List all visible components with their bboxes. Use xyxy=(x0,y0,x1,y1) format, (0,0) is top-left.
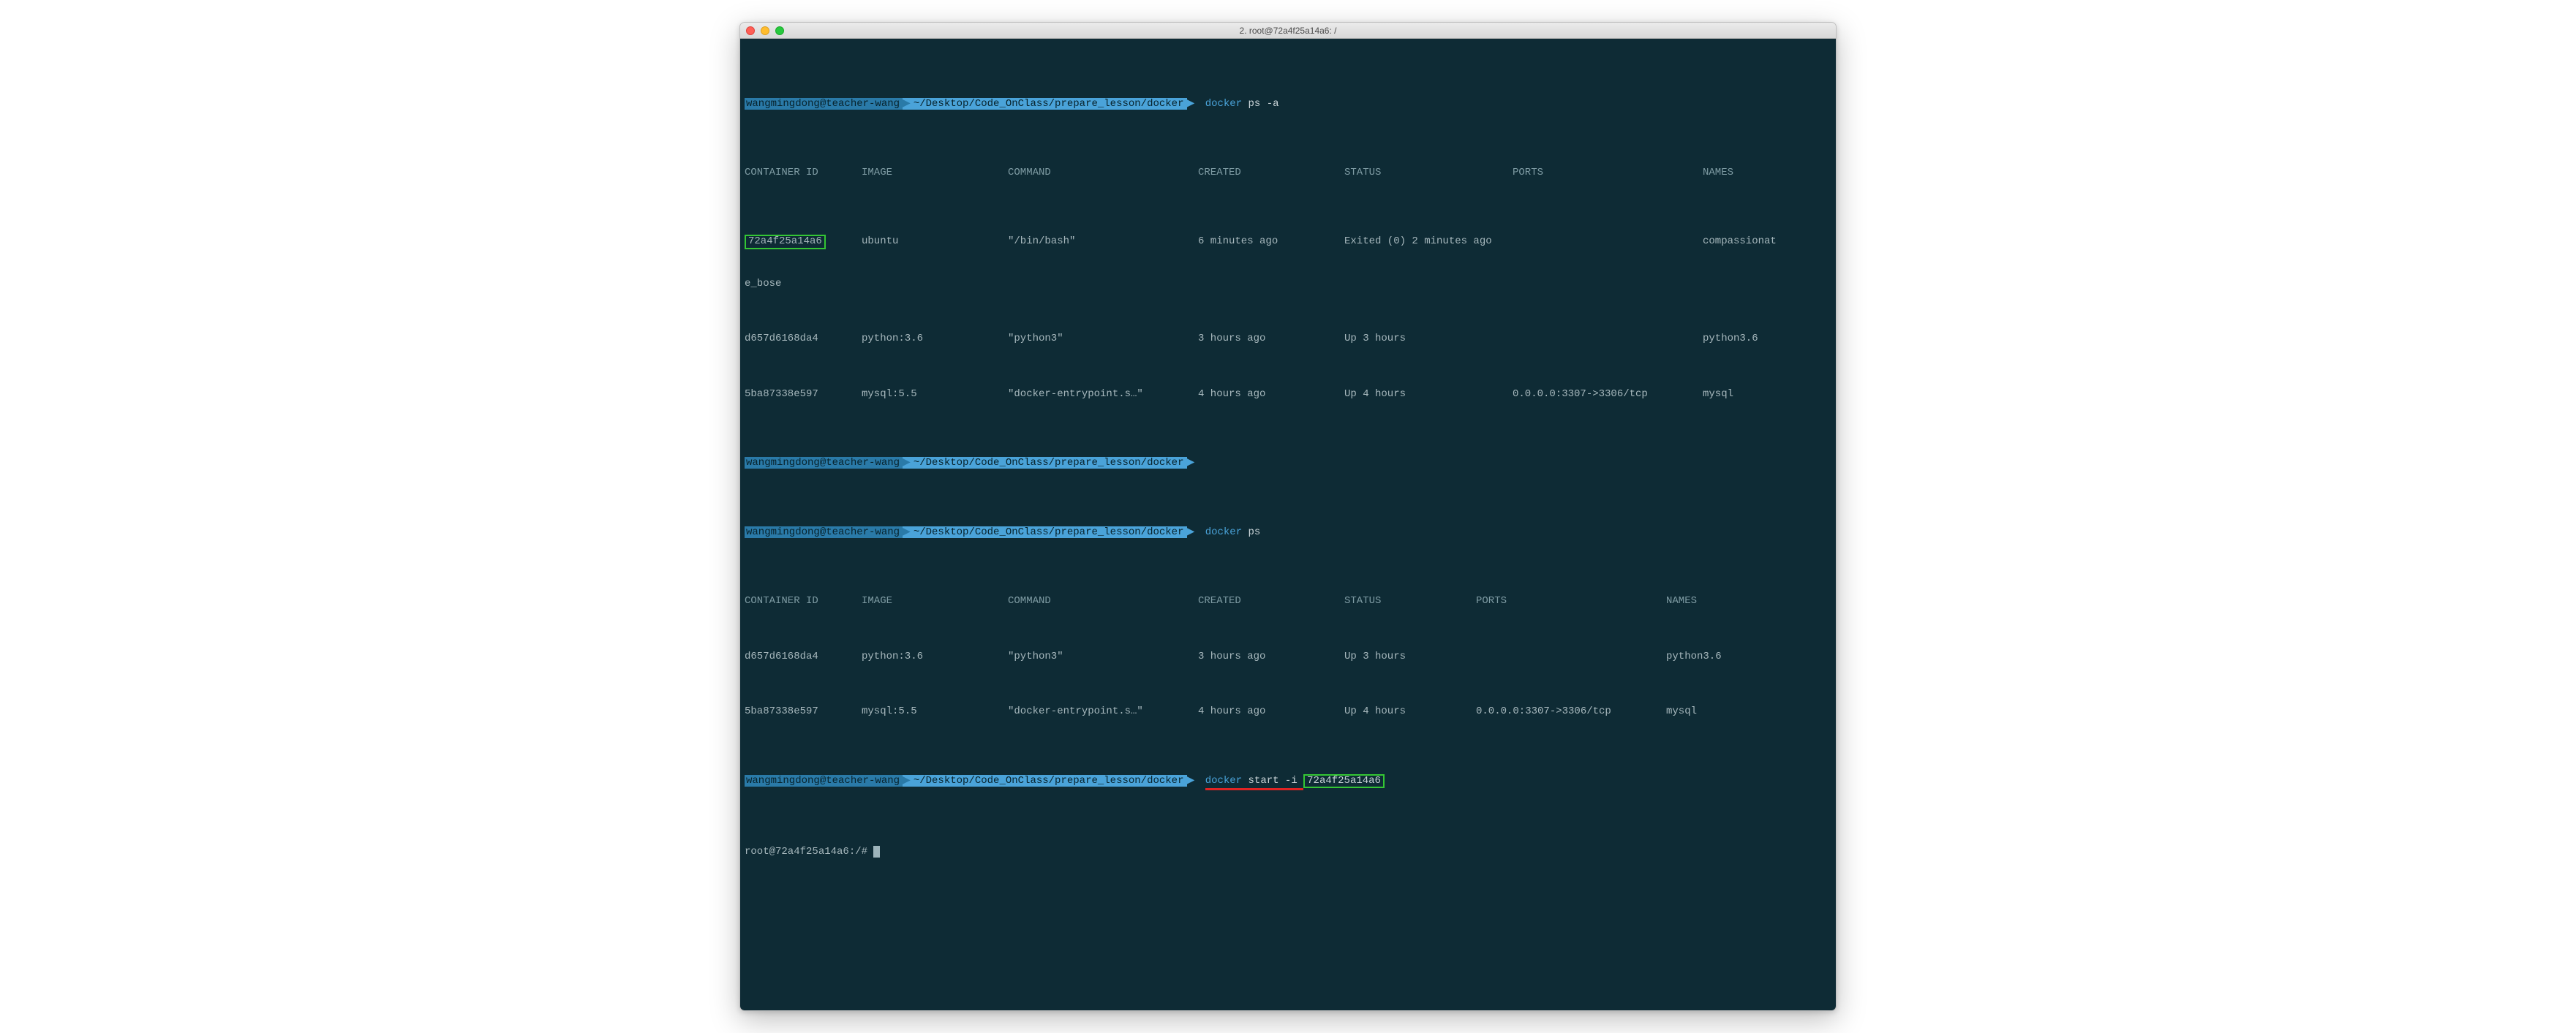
chevron-right-icon: ▶ xyxy=(903,457,911,469)
table-header: CONTAINER ID IMAGE COMMAND CREATED STATU… xyxy=(740,594,1836,608)
prompt-path: ~/Desktop/Code_OnClass/prepare_lesson/do… xyxy=(911,526,1187,538)
traffic-lights xyxy=(746,26,784,35)
table-row: 5ba87338e597 mysql:5.5 "docker-entrypoin… xyxy=(740,387,1836,401)
col-image: IMAGE xyxy=(862,594,1008,608)
chevron-right-icon: ▶ xyxy=(903,526,911,538)
col-status: STATUS xyxy=(1344,594,1476,608)
cell-command: "python3" xyxy=(1008,650,1198,664)
cell-ports xyxy=(1476,650,1666,664)
chevron-right-icon: ▶ xyxy=(903,775,911,787)
col-status: STATUS xyxy=(1344,166,1513,180)
window-title: 2. root@72a4f25a14a6: / xyxy=(746,26,1830,36)
col-names: NAMES xyxy=(1666,594,1831,608)
col-names: NAMES xyxy=(1703,166,1831,180)
table-row: 72a4f25a14a6 ubuntu "/bin/bash" 6 minute… xyxy=(740,235,1836,249)
cell-cid: 5ba87338e597 xyxy=(745,705,862,719)
cell-image: mysql:5.5 xyxy=(862,387,1008,401)
maximize-icon[interactable] xyxy=(775,26,784,35)
col-container-id: CONTAINER ID xyxy=(745,166,862,180)
cell-names: mysql xyxy=(1703,387,1831,401)
chevron-right-icon: ▶ xyxy=(903,98,911,110)
cell-image: python:3.6 xyxy=(862,332,1008,346)
prompt-line: wangmingdong@teacher-wang▶~/Desktop/Code… xyxy=(740,774,1836,790)
cell-command: "docker-entrypoint.s…" xyxy=(1008,387,1198,401)
cursor-icon xyxy=(873,846,880,858)
close-icon[interactable] xyxy=(746,26,755,35)
cell-names: mysql xyxy=(1666,705,1831,719)
command-docker: docker xyxy=(1205,775,1242,787)
cell-created: 4 hours ago xyxy=(1198,387,1344,401)
table-row: d657d6168da4 python:3.6 "python3" 3 hour… xyxy=(740,650,1836,664)
shell-prompt: root@72a4f25a14a6:/# xyxy=(740,845,1836,859)
cell-command: "python3" xyxy=(1008,332,1198,346)
cell-names: python3.6 xyxy=(1666,650,1831,664)
col-ports: PORTS xyxy=(1513,166,1703,180)
cell-names: python3.6 xyxy=(1703,332,1831,346)
cell-cid: d657d6168da4 xyxy=(745,650,862,664)
col-command: COMMAND xyxy=(1008,594,1198,608)
cell-cid: d657d6168da4 xyxy=(745,332,862,346)
prompt-path: ~/Desktop/Code_OnClass/prepare_lesson/do… xyxy=(911,98,1187,110)
cell-status: Up 4 hours xyxy=(1344,705,1476,719)
cell-cid: 5ba87338e597 xyxy=(745,387,862,401)
table-row: d657d6168da4 python:3.6 "python3" 3 hour… xyxy=(740,332,1836,346)
cell-created: 3 hours ago xyxy=(1198,332,1344,346)
cell-ports xyxy=(1513,235,1703,249)
col-ports: PORTS xyxy=(1476,594,1666,608)
cell-status: Up 3 hours xyxy=(1344,332,1513,346)
command-args: ps -a xyxy=(1249,98,1279,110)
cell-ports: 0.0.0.0:3307->3306/tcp xyxy=(1513,387,1703,401)
col-image: IMAGE xyxy=(862,166,1008,180)
command-args: start -i xyxy=(1249,775,1304,787)
col-created: CREATED xyxy=(1198,594,1344,608)
cell-command: "docker-entrypoint.s…" xyxy=(1008,705,1198,719)
prompt-user: wangmingdong@teacher-wang xyxy=(745,526,903,538)
cell-status: Up 3 hours xyxy=(1344,650,1476,664)
col-container-id: CONTAINER ID xyxy=(745,594,862,608)
prompt-line: wangmingdong@teacher-wang▶~/Desktop/Code… xyxy=(740,456,1836,470)
prompt-path: ~/Desktop/Code_OnClass/prepare_lesson/do… xyxy=(911,457,1187,469)
prompt-line: wangmingdong@teacher-wang▶~/Desktop/Code… xyxy=(740,526,1836,540)
minimize-icon[interactable] xyxy=(761,26,769,35)
prompt-user: wangmingdong@teacher-wang xyxy=(745,457,903,469)
table-row: 5ba87338e597 mysql:5.5 "docker-entrypoin… xyxy=(740,705,1836,719)
prompt-path: ~/Desktop/Code_OnClass/prepare_lesson/do… xyxy=(911,775,1187,787)
cell-created: 4 hours ago xyxy=(1198,705,1344,719)
root-prompt: root@72a4f25a14a6:/# xyxy=(745,846,873,858)
cell-image: ubuntu xyxy=(862,235,1008,249)
command-docker: docker xyxy=(1205,98,1242,110)
prompt-user: wangmingdong@teacher-wang xyxy=(745,775,903,787)
chevron-right-icon: ▶ xyxy=(1187,98,1200,110)
cell-status: Exited (0) 2 minutes ago xyxy=(1344,235,1513,249)
chevron-right-icon: ▶ xyxy=(1187,775,1200,787)
highlighted-container-id: 72a4f25a14a6 xyxy=(745,235,826,249)
command-docker: docker xyxy=(1205,526,1242,538)
cell-command: "/bin/bash" xyxy=(1008,235,1198,249)
cell-status: Up 4 hours xyxy=(1344,387,1513,401)
cell-ports xyxy=(1513,332,1703,346)
cell-image: mysql:5.5 xyxy=(862,705,1008,719)
wrapped-name: e_bose xyxy=(740,277,1836,291)
col-command: COMMAND xyxy=(1008,166,1198,180)
highlighted-container-id: 72a4f25a14a6 xyxy=(1303,774,1385,788)
command-args: ps xyxy=(1249,526,1261,538)
cell-names: compassionat xyxy=(1703,235,1831,249)
prompt-user: wangmingdong@teacher-wang xyxy=(745,98,903,110)
chevron-right-icon: ▶ xyxy=(1187,457,1200,469)
terminal-body[interactable]: wangmingdong@teacher-wang▶~/Desktop/Code… xyxy=(740,39,1836,1010)
cell-created: 3 hours ago xyxy=(1198,650,1344,664)
cell-image: python:3.6 xyxy=(862,650,1008,664)
titlebar[interactable]: 2. root@72a4f25a14a6: / xyxy=(740,23,1836,39)
chevron-right-icon: ▶ xyxy=(1187,526,1200,538)
prompt-line: wangmingdong@teacher-wang▶~/Desktop/Code… xyxy=(740,97,1836,111)
table-header: CONTAINER ID IMAGE COMMAND CREATED STATU… xyxy=(740,166,1836,180)
col-created: CREATED xyxy=(1198,166,1344,180)
cell-created: 6 minutes ago xyxy=(1198,235,1344,249)
terminal-window: 2. root@72a4f25a14a6: / wangmingdong@tea… xyxy=(739,22,1837,1011)
cell-ports: 0.0.0.0:3307->3306/tcp xyxy=(1476,705,1666,719)
